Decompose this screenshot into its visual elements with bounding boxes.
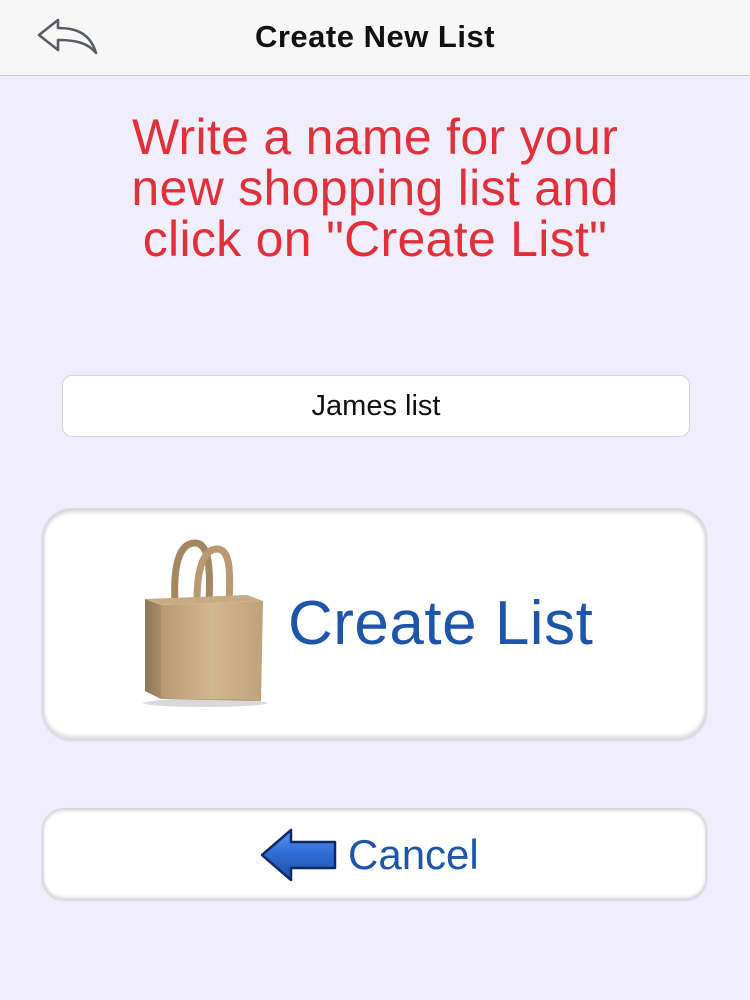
cancel-label: Cancel (348, 831, 479, 878)
list-name-input[interactable] (62, 375, 690, 437)
left-arrow-icon (260, 828, 337, 882)
page-title: Create New List (254, 19, 496, 54)
instruction-text: Write a name for your new shopping list … (40, 112, 710, 265)
navigation-bar: Create New List (0, 0, 750, 76)
create-list-button[interactable]: Create List (42, 508, 707, 740)
shopping-bag-icon (143, 539, 267, 707)
cancel-button[interactable]: Cancel (42, 808, 707, 900)
create-list-label: Create List (288, 589, 594, 658)
instruction-line-3: click on "Create List" (142, 211, 608, 267)
instruction-line-2: new shopping list and (131, 160, 619, 216)
instruction-line-1: Write a name for your (131, 109, 619, 165)
